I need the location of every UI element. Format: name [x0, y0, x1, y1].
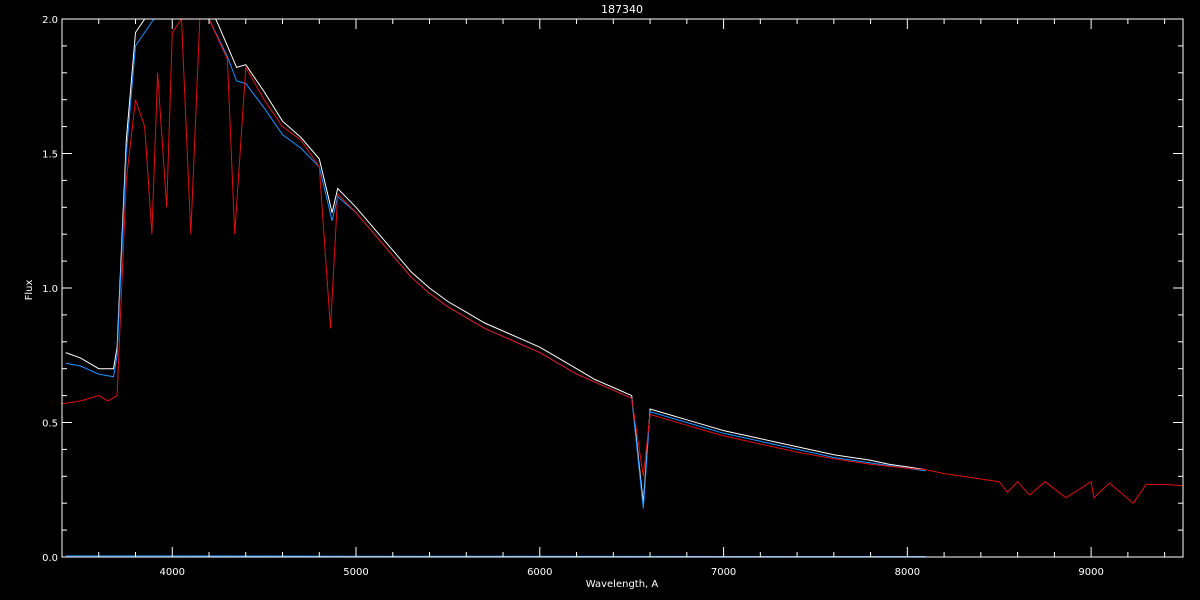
x-tick-label: 8000 [895, 567, 920, 578]
x-axis-title: Wavelength, A [586, 579, 659, 590]
x-tick-label: 5000 [343, 567, 368, 578]
y-tick-label: 0.5 [42, 419, 58, 430]
x-tick-label: 7000 [711, 567, 736, 578]
y-tick-label: 1.5 [42, 150, 58, 161]
x-tick-label: 6000 [527, 567, 552, 578]
x-tick-label: 4000 [160, 567, 185, 578]
x-tick-label: 9000 [1078, 567, 1103, 578]
chart-title: 187340 [601, 3, 643, 16]
y-tick-label: 0.0 [42, 553, 58, 564]
chart-background [0, 0, 1200, 600]
y-tick-label: 2.0 [42, 15, 58, 26]
spectrum-chart: 4000 5000 6000 7000 8000 90000.00.51.01.52.0 … [0, 0, 1200, 600]
y-tick-label: 1.0 [42, 284, 58, 295]
y-axis-title: Flux [24, 280, 35, 301]
